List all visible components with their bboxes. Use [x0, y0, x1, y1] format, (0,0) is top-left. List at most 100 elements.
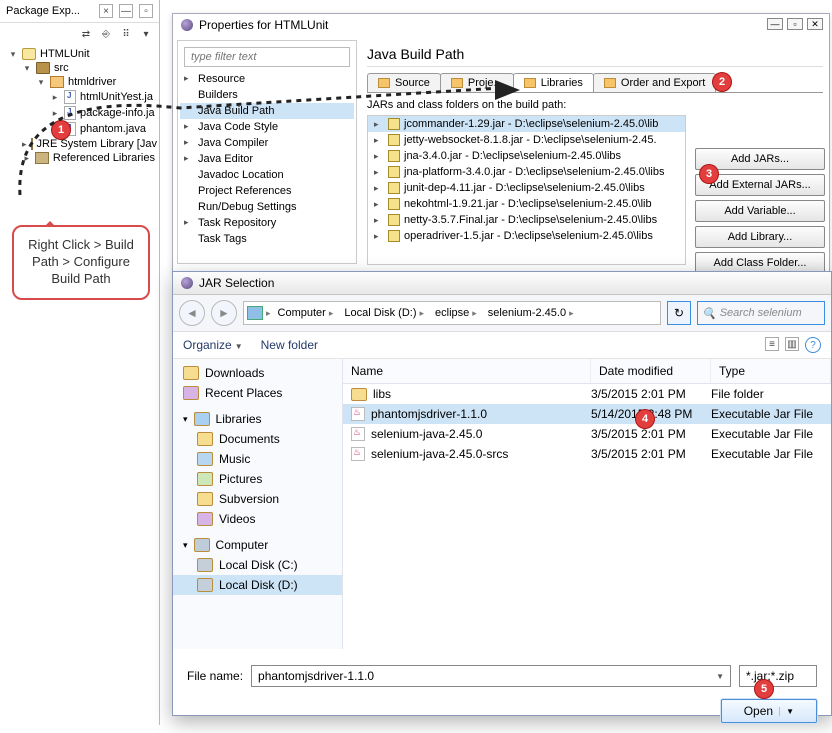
sidebar-item[interactable]: Recent Places	[173, 383, 342, 403]
file-row[interactable]: selenium-java-2.45.0-srcs3/5/2015 2:01 P…	[343, 444, 831, 464]
jar-icon	[388, 182, 400, 194]
category-item[interactable]: Project References	[180, 183, 354, 199]
back-button[interactable]: ◄	[179, 300, 205, 326]
jar-list[interactable]: ▸jcommander-1.29.jar - D:\eclipse\seleni…	[367, 115, 686, 265]
java-file-icon	[64, 106, 76, 120]
minimize-icon[interactable]: —	[119, 4, 133, 18]
jar-entry[interactable]: ▸jna-platform-3.4.0.jar - D:\eclipse\sel…	[368, 164, 685, 180]
step-badge-1: 1	[52, 121, 70, 139]
crumb-segment[interactable]: selenium-2.45.0▸	[484, 307, 578, 319]
collapse-icon[interactable]: ⇄	[79, 27, 93, 41]
jar-list-label: JARs and class folders on the build path…	[367, 99, 823, 111]
sidebar-item[interactable]: Videos	[173, 509, 342, 529]
disk-icon	[197, 578, 213, 592]
crumb-segment[interactable]: Computer▸	[274, 307, 338, 319]
file-name-label: File name:	[187, 669, 243, 683]
minimize-button[interactable]: —	[767, 18, 783, 30]
tab-order-export[interactable]: Order and Export	[593, 73, 716, 92]
close-icon[interactable]: ×	[99, 4, 113, 18]
jar-entry[interactable]: ▸jetty-websocket-8.1.8.jar - D:\eclipse\…	[368, 132, 685, 148]
crumb-segment[interactable]: Local Disk (D:)▸	[340, 307, 428, 319]
forward-button[interactable]: ►	[211, 300, 237, 326]
tree-referenced-libs[interactable]: ▸Referenced Libraries	[22, 151, 155, 165]
sidebar-item[interactable]: Downloads	[173, 363, 342, 383]
category-item[interactable]: Javadoc Location	[180, 167, 354, 183]
category-item[interactable]: ▸Java Code Style	[180, 119, 354, 135]
callout-instruction: Right Click > Build Path > Configure Bui…	[12, 225, 150, 300]
category-item[interactable]: Builders	[180, 87, 354, 103]
folder-icon	[183, 386, 199, 400]
search-input[interactable]: 🔍Search selenium	[697, 301, 825, 325]
file-row[interactable]: selenium-java-2.45.03/5/2015 2:01 PMExec…	[343, 424, 831, 444]
tree-jre[interactable]: ▸JRE System Library [Jav	[22, 137, 155, 151]
link-icon[interactable]: ⎆	[99, 27, 113, 41]
crumb-segment[interactable]: eclipse▸	[431, 307, 481, 319]
sidebar-item[interactable]: Local Disk (C:)	[173, 555, 342, 575]
menu-icon[interactable]: ▾	[139, 27, 153, 41]
close-button[interactable]: ✕	[807, 18, 823, 30]
computer-icon	[247, 306, 263, 320]
column-type[interactable]: Type	[711, 359, 831, 383]
category-item[interactable]: ▸Java Compiler	[180, 135, 354, 151]
view-list-icon[interactable]: ▥	[785, 337, 799, 351]
tree-project[interactable]: ▾HTMLUnit	[8, 47, 155, 61]
project-icon	[22, 48, 36, 60]
package-explorer: Package Exp... × — ▫ ⇄ ⎆ ⠿ ▾ ▾HTMLUnit ▾…	[0, 0, 160, 725]
properties-category-panel: ▸ResourceBuildersJava Build Path▸Java Co…	[177, 40, 357, 264]
view-mode-icon[interactable]: ≡	[765, 337, 779, 351]
jar-entry[interactable]: ▸netty-3.5.7.Final.jar - D:\eclipse\sele…	[368, 212, 685, 228]
column-name[interactable]: Name	[343, 359, 591, 383]
refresh-button[interactable]: ↻	[667, 301, 691, 325]
tree-src[interactable]: ▾src	[22, 61, 155, 75]
filter-input[interactable]	[184, 47, 350, 67]
maximize-icon[interactable]: ▫	[139, 4, 153, 18]
tree-java-file[interactable]: ▸package-info.ja	[50, 105, 155, 121]
file-type-filter[interactable]: *.jar;*.zip	[739, 665, 817, 687]
eclipse-icon	[181, 277, 193, 289]
file-name-input[interactable]: phantomjsdriver-1.1.0▼	[251, 665, 731, 687]
tree-package[interactable]: ▾htmldriver	[36, 75, 155, 89]
jar-entry[interactable]: ▸junit-dep-4.11.jar - D:\eclipse\seleniu…	[368, 180, 685, 196]
tree-src-label: src	[54, 62, 69, 74]
category-item[interactable]: Task Tags	[180, 231, 354, 247]
sidebar-item[interactable]: Pictures	[173, 469, 342, 489]
category-item[interactable]: ▸Resource	[180, 71, 354, 87]
sidebar-item[interactable]: Local Disk (D:)	[173, 575, 342, 595]
jar-icon	[388, 118, 400, 130]
category-item[interactable]: ▸Task Repository	[180, 215, 354, 231]
jar-entry[interactable]: ▸jcommander-1.29.jar - D:\eclipse\seleni…	[368, 116, 685, 132]
sidebar-item[interactable]: Documents	[173, 429, 342, 449]
new-folder-button[interactable]: New folder	[261, 338, 318, 352]
properties-heading: Java Build Path	[367, 42, 823, 67]
tab-projects[interactable]: Proje...	[440, 73, 514, 92]
tab-label: Order and Export	[621, 77, 705, 89]
filter-icon[interactable]: ⠿	[119, 27, 133, 41]
build-path-button[interactable]: Add Variable...	[695, 200, 825, 222]
sidebar-item[interactable]: Music	[173, 449, 342, 469]
open-button[interactable]: Open▼	[721, 699, 817, 723]
file-row[interactable]: libs3/5/2015 2:01 PMFile folder	[343, 384, 831, 404]
category-item[interactable]: Run/Debug Settings	[180, 199, 354, 215]
jar-entry[interactable]: ▸nekohtml-1.9.21.jar - D:\eclipse\seleni…	[368, 196, 685, 212]
file-dialog-sidebar: Downloads Recent Places ▾Libraries Docum…	[173, 359, 343, 649]
organize-menu[interactable]: Organize▼	[183, 338, 243, 352]
column-date[interactable]: Date modified	[591, 359, 711, 383]
sidebar-item[interactable]: Subversion	[173, 489, 342, 509]
file-row[interactable]: phantomjsdriver-1.1.05/14/2015 3:48 PMEx…	[343, 404, 831, 424]
jar-entry[interactable]: ▸operadriver-1.5.jar - D:\eclipse\seleni…	[368, 228, 685, 244]
sidebar-libraries-header[interactable]: ▾Libraries	[173, 409, 342, 429]
build-path-button[interactable]: Add Library...	[695, 226, 825, 248]
tab-source[interactable]: Source	[367, 73, 441, 92]
sidebar-computer-header[interactable]: ▾Computer	[173, 535, 342, 555]
breadcrumb[interactable]: ▸ Computer▸ Local Disk (D:)▸ eclipse▸ se…	[243, 301, 661, 325]
jar-icon	[388, 150, 400, 162]
tab-libraries[interactable]: Libraries	[513, 73, 594, 92]
tree-java-file[interactable]: ▸htmlUnitYest.ja	[50, 89, 155, 105]
category-item[interactable]: Java Build Path	[180, 103, 354, 119]
jar-entry[interactable]: ▸jna-3.4.0.jar - D:\eclipse\selenium-2.4…	[368, 148, 685, 164]
nav-bar: ◄ ► ▸ Computer▸ Local Disk (D:)▸ eclipse…	[173, 295, 831, 332]
help-icon[interactable]: ?	[805, 337, 821, 353]
maximize-button[interactable]: ▫	[787, 18, 803, 30]
category-item[interactable]: ▸Java Editor	[180, 151, 354, 167]
properties-window: Properties for HTMLUnit — ▫ ✕ ▸ResourceB…	[172, 13, 830, 273]
